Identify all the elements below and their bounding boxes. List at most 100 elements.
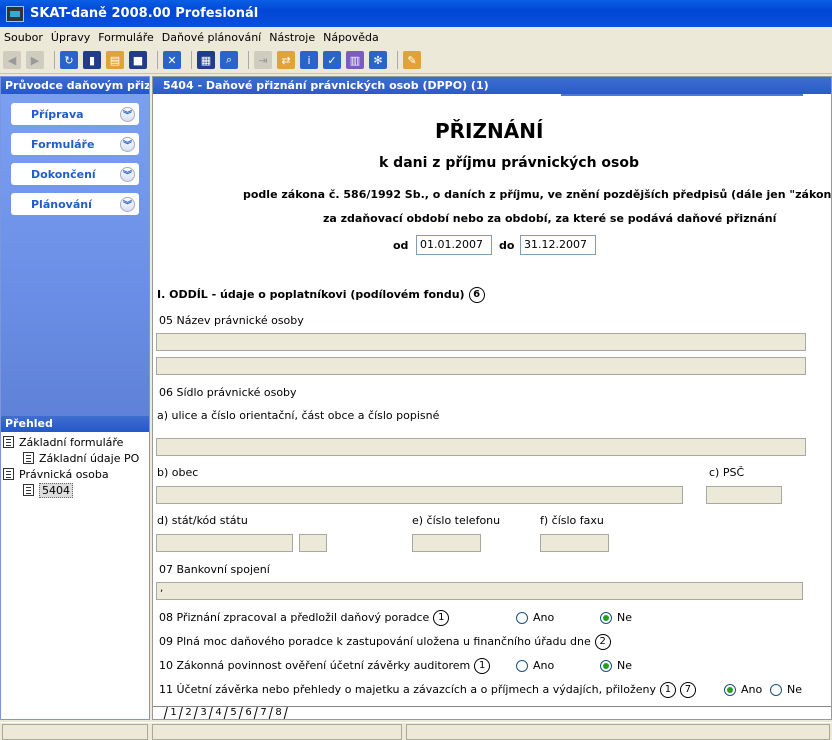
to-label: do (499, 239, 515, 252)
header-accent-bar (561, 94, 803, 96)
period-text: za zdaňovací období nebo za období, za k… (323, 212, 777, 225)
country-code-input[interactable] (299, 534, 327, 552)
binder-icon[interactable]: ▥ (346, 51, 364, 69)
toolbar-separator (54, 51, 55, 69)
transfer-icon[interactable]: ⇄ (277, 51, 295, 69)
overview-title: Přehled (1, 416, 149, 432)
page-tab-8[interactable]: 8 (268, 707, 289, 719)
forward-arrow-icon[interactable]: ▶ (26, 51, 44, 69)
tab-label: 2 (185, 707, 192, 718)
fax-input[interactable] (540, 534, 609, 552)
tree-label: 5404 (39, 482, 73, 498)
wizard-title: Průvodce daňovým přizná (1, 77, 149, 94)
nav-button-planovani[interactable]: Plánování ︾ (11, 193, 139, 215)
row09: 09 Plná moc daňového poradce k zastupová… (159, 634, 611, 650)
help-reference-icon[interactable]: 2 (594, 634, 611, 650)
row11-yes-radio[interactable] (724, 684, 736, 696)
row10-yes-radio[interactable] (516, 660, 528, 672)
chevron-down-icon[interactable]: ︾ (120, 196, 135, 212)
nav-button-formulare[interactable]: Formuláře ︾ (11, 133, 139, 155)
export-icon[interactable]: ⇥ (254, 51, 272, 69)
chevron-down-icon[interactable]: ︾ (120, 166, 135, 182)
section-title: I. ODDÍL - údaje o poplatníkovi (podílov… (157, 287, 485, 303)
row10-no-radio[interactable] (600, 660, 612, 672)
left-panel: Průvodce daňovým přizná Příprava ︾ Formu… (0, 76, 150, 720)
chevron-down-icon[interactable]: ︾ (120, 136, 135, 152)
open-folder-icon[interactable]: ▤ (106, 51, 124, 69)
print-preview-icon[interactable]: ⌕ (220, 51, 238, 69)
row11-no-radio[interactable] (770, 684, 782, 696)
row10-no-label: Ne (617, 659, 632, 672)
company-name-line2-input[interactable] (156, 357, 806, 375)
refresh-icon[interactable]: ↻ (60, 51, 78, 69)
save-disk-icon[interactable]: ■ (129, 51, 147, 69)
street-input[interactable] (156, 438, 806, 456)
row06a-label: a) ulice a číslo orientační, část obce a… (157, 409, 440, 422)
status-pane (2, 724, 148, 740)
period-to-input[interactable]: 31.12.2007 (520, 235, 596, 255)
row06b-label: b) obec (157, 466, 199, 479)
menu-formulare[interactable]: Formuláře (98, 31, 154, 44)
menu-danove-planovani[interactable]: Daňové plánování (162, 31, 261, 44)
menu-bar: Soubor Úpravy Formuláře Daňové plánování… (0, 27, 832, 47)
document-icon (3, 436, 14, 448)
company-name-line1-input[interactable] (156, 333, 806, 351)
window-title: SKAT-daně 2008.00 Profesionál (30, 6, 259, 21)
row08-no-radio[interactable] (600, 612, 612, 624)
help-reference-icon[interactable]: 1 (433, 610, 450, 626)
nav-button-dokonceni[interactable]: Dokončení ︾ (11, 163, 139, 185)
overview-tree: Základní formuláře Základní údaje PO Prá… (1, 432, 149, 500)
help-reference-icon[interactable]: 1 (474, 658, 491, 674)
tree-group-zakladni[interactable]: Základní formuláře (3, 434, 147, 450)
zip-input[interactable] (706, 486, 782, 504)
row08-yes-label: Ano (533, 611, 555, 624)
form-document: 5404 - Daňové přiznání právnických osob … (152, 76, 832, 720)
nav-button-label: Dokončení (31, 167, 96, 181)
city-input[interactable] (156, 486, 683, 504)
phone-input[interactable] (412, 534, 481, 552)
country-input[interactable] (156, 534, 293, 552)
tree-label: Základní údaje PO (39, 451, 140, 465)
book-icon[interactable]: ▮ (83, 51, 101, 69)
menu-upravy[interactable]: Úpravy (51, 31, 90, 44)
nav-button-priprava[interactable]: Příprava ︾ (11, 103, 139, 125)
nav-button-label: Formuláře (31, 137, 95, 151)
nav-button-label: Příprava (31, 107, 84, 121)
tree-item-zakladni-udaje[interactable]: Základní údaje PO (3, 450, 147, 466)
page-tabs: 1 2 3 4 5 6 7 8 (153, 706, 831, 719)
help-reference-icon[interactable]: 7 (679, 682, 696, 698)
chevron-down-icon[interactable]: ︾ (120, 106, 135, 122)
menu-napoveda[interactable]: Nápověda (323, 31, 379, 44)
info-icon[interactable]: i (300, 51, 318, 69)
row08-yes-radio[interactable] (516, 612, 528, 624)
bank-account-input[interactable]: , (156, 582, 803, 600)
close-form-icon[interactable]: ✕ (163, 51, 181, 69)
tree-label: Základní formuláře (19, 435, 124, 449)
tools-icon[interactable]: ✎ (403, 51, 421, 69)
back-arrow-icon[interactable]: ◀ (3, 51, 21, 69)
toolbar-separator (157, 51, 158, 69)
form-title: PŘIZNÁNÍ (435, 119, 544, 143)
tree-item-5404[interactable]: 5404 (3, 482, 147, 498)
row09-label: 09 Plná moc daňového poradce k zastupová… (159, 635, 591, 648)
check-document-icon[interactable]: ✓ (323, 51, 341, 69)
menu-nastroje[interactable]: Nástroje (269, 31, 315, 44)
document-icon (3, 468, 14, 480)
tab-label: 5 (230, 707, 237, 718)
help-reference-icon[interactable]: 1 (659, 682, 676, 698)
tab-label: 7 (260, 707, 267, 718)
row08-no-label: Ne (617, 611, 632, 624)
document-header: 5404 - Daňové přiznání právnických osob … (153, 77, 831, 94)
settings-gear-icon[interactable]: ✻ (369, 51, 387, 69)
row06e-label: e) číslo telefonu (412, 514, 501, 527)
document-icon (23, 452, 34, 464)
row08: 08 Přiznání zpracoval a předložil daňový… (159, 610, 450, 626)
row06f-label: f) číslo faxu (540, 514, 604, 527)
document-icon (23, 484, 34, 496)
tab-label: 3 (200, 707, 207, 718)
period-from-input[interactable]: 01.01.2007 (416, 235, 492, 255)
menu-soubor[interactable]: Soubor (4, 31, 43, 44)
tree-group-pravnicka[interactable]: Právnická osoba (3, 466, 147, 482)
print-icon[interactable]: ▦ (197, 51, 215, 69)
help-reference-icon[interactable]: 6 (468, 287, 485, 303)
